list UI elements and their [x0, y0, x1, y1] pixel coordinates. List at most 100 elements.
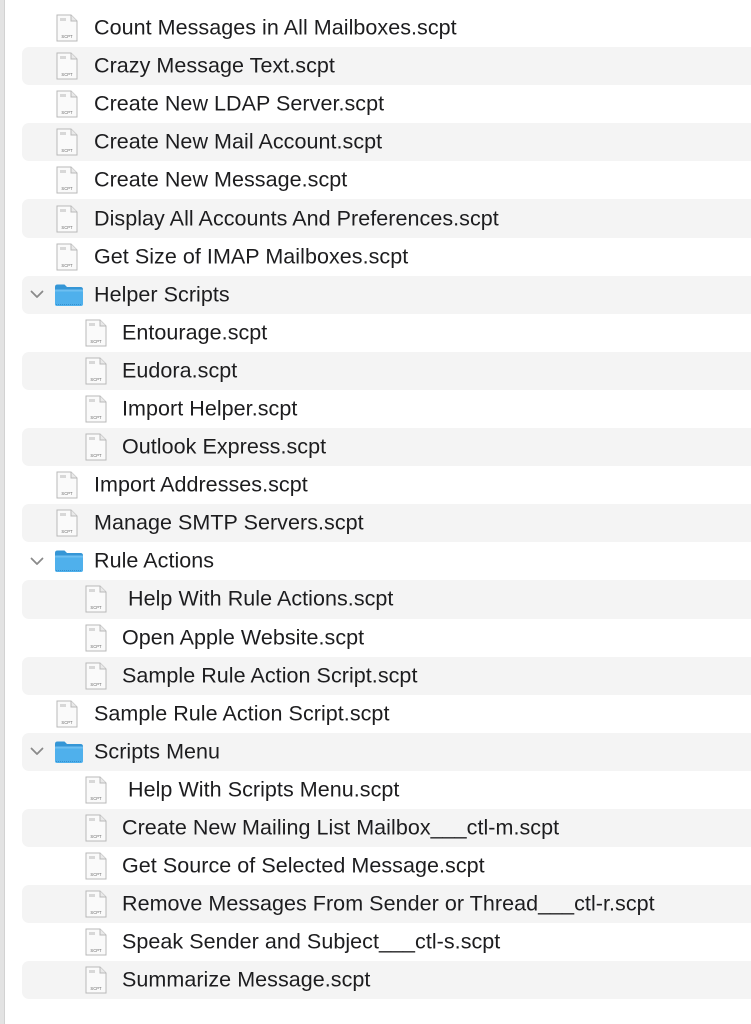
svg-text:SCPT: SCPT — [61, 720, 73, 725]
scpt-file-icon: SCPT — [85, 928, 107, 956]
folder-icon — [54, 740, 84, 764]
file-label: Sample Rule Action Script.scpt — [94, 701, 390, 726]
file-label: Entourage.scpt — [122, 320, 268, 345]
file-row[interactable]: SCPT Speak Sender and Subject___ctl-s.scp… — [22, 923, 751, 961]
svg-text:SCPT: SCPT — [61, 34, 73, 39]
folder-label: Scripts Menu — [94, 739, 221, 764]
scpt-file-icon: SCPT — [56, 90, 78, 118]
svg-text:SCPT: SCPT — [61, 263, 73, 268]
file-row[interactable]: SCPT Sample Rule Action Script.scpt — [22, 656, 751, 695]
file-row[interactable]: SCPT Sample Rule Action Script.scpt — [22, 695, 751, 733]
svg-text:SCPT: SCPT — [90, 377, 102, 382]
file-label: Get Size of IMAP Mailboxes.scpt — [94, 244, 409, 269]
svg-text:SCPT: SCPT — [90, 605, 102, 610]
file-row[interactable]: SCPT Import Helper.scpt — [22, 390, 751, 428]
svg-text:SCPT: SCPT — [90, 415, 102, 420]
file-row[interactable]: SCPT Create New LDAP Server.scpt — [22, 85, 751, 123]
svg-text:SCPT: SCPT — [90, 453, 102, 458]
svg-text:SCPT: SCPT — [61, 72, 73, 77]
svg-text:SCPT: SCPT — [90, 834, 102, 839]
folder-row-scripts-menu[interactable]: Scripts Menu — [22, 732, 751, 771]
chevron-down-icon[interactable] — [28, 552, 46, 570]
file-row[interactable]: SCPT Manage SMTP Servers.scpt — [22, 504, 751, 543]
file-row[interactable]: SCPT Outlook Express.scpt — [22, 428, 751, 467]
scpt-file-icon: SCPT — [85, 852, 107, 880]
scpt-file-icon: SCPT — [56, 205, 78, 233]
svg-text:SCPT: SCPT — [90, 339, 102, 344]
svg-text:SCPT: SCPT — [90, 910, 102, 915]
file-row[interactable]: SCPT Entourage.scpt — [22, 314, 751, 352]
folder-label: Rule Actions — [94, 548, 215, 573]
file-label: Count Messages in All Mailboxes.scpt — [94, 15, 457, 40]
file-label: Speak Sender and Subject___ctl-s.scpt — [122, 929, 501, 954]
svg-text:SCPT: SCPT — [90, 644, 102, 649]
svg-text:SCPT: SCPT — [61, 110, 73, 115]
file-label: Sample Rule Action Script.scpt — [122, 663, 418, 688]
scpt-file-icon: SCPT — [56, 14, 78, 42]
file-row[interactable]: SCPT Help With Scripts Menu.scpt — [22, 771, 751, 809]
file-label: Eudora.scpt — [122, 358, 238, 383]
svg-text:SCPT: SCPT — [61, 186, 73, 191]
scpt-file-icon: SCPT — [85, 624, 107, 652]
file-label: Create New Mailing List Mailbox___ctl-m.… — [122, 815, 560, 840]
svg-text:SCPT: SCPT — [90, 948, 102, 953]
scpt-file-icon: SCPT — [56, 509, 78, 537]
scpt-file-icon: SCPT — [56, 471, 78, 499]
file-label: Help With Scripts Menu.scpt — [122, 777, 400, 802]
folder-row-rule-actions[interactable]: Rule Actions — [22, 542, 751, 580]
scpt-file-icon: SCPT — [85, 433, 107, 461]
scpt-file-icon: SCPT — [85, 357, 107, 385]
file-row[interactable]: SCPT Summarize Message.scpt — [22, 961, 751, 1000]
file-row[interactable]: SCPT Crazy Message Text.scpt — [22, 47, 751, 86]
svg-text:SCPT: SCPT — [90, 872, 102, 877]
svg-text:SCPT: SCPT — [61, 529, 73, 534]
file-label: Remove Messages From Sender or Thread___… — [122, 891, 655, 916]
file-row[interactable]: SCPT Display All Accounts And Preferences… — [22, 199, 751, 238]
scpt-file-icon: SCPT — [85, 966, 107, 994]
scpt-file-icon: SCPT — [85, 662, 107, 690]
svg-text:SCPT: SCPT — [90, 682, 102, 687]
file-row[interactable]: SCPT Eudora.scpt — [22, 351, 751, 390]
file-row[interactable]: SCPT Import Addresses.scpt — [22, 466, 751, 504]
svg-text:SCPT: SCPT — [61, 148, 73, 153]
svg-text:SCPT: SCPT — [90, 986, 102, 991]
svg-text:SCPT: SCPT — [61, 225, 73, 230]
file-label: Outlook Express.scpt — [122, 434, 327, 459]
chevron-down-icon[interactable] — [28, 286, 46, 304]
file-label: Import Helper.scpt — [122, 396, 298, 421]
file-row[interactable]: SCPT Open Apple Website.scpt — [22, 619, 751, 657]
scpt-file-icon: SCPT — [56, 243, 78, 271]
file-list: SCPT Count Messages in All Mailboxes.scpt… — [22, 9, 751, 1000]
file-label: Display All Accounts And Preferences.scp… — [94, 206, 499, 231]
file-label: Crazy Message Text.scpt — [94, 53, 335, 78]
svg-text:SCPT: SCPT — [90, 796, 102, 801]
file-label: Summarize Message.scpt — [122, 967, 371, 992]
file-row[interactable]: SCPT Get Size of IMAP Mailboxes.scpt — [22, 238, 751, 276]
scpt-file-icon: SCPT — [85, 395, 107, 423]
file-row[interactable]: SCPT Help With Rule Actions.scpt — [22, 580, 751, 619]
file-row[interactable]: SCPT Get Source of Selected Message.scpt — [22, 847, 751, 885]
file-row[interactable]: SCPT Create New Mailing List Mailbox___ct… — [22, 808, 751, 848]
file-row[interactable]: SCPT Remove Messages From Sender or Threa… — [22, 885, 751, 924]
file-row[interactable]: SCPT Create New Message.scpt — [22, 161, 751, 199]
scpt-file-icon: SCPT — [85, 814, 107, 842]
file-label: Get Source of Selected Message.scpt — [122, 853, 485, 878]
file-label: Manage SMTP Servers.scpt — [94, 510, 364, 535]
scpt-file-icon: SCPT — [56, 52, 78, 80]
folder-icon — [54, 549, 84, 573]
file-row[interactable]: SCPT Create New Mail Account.scpt — [22, 123, 751, 162]
scpt-file-icon: SCPT — [85, 776, 107, 804]
scpt-file-icon: SCPT — [56, 700, 78, 728]
file-row[interactable]: SCPT Count Messages in All Mailboxes.scpt — [22, 9, 751, 47]
scpt-file-icon: SCPT — [85, 319, 107, 347]
chevron-down-icon[interactable] — [28, 743, 46, 761]
folder-row-helper-scripts[interactable]: Helper Scripts — [22, 275, 751, 314]
folder-label: Helper Scripts — [94, 282, 230, 307]
scpt-file-icon: SCPT — [56, 128, 78, 156]
file-label: Import Addresses.scpt — [94, 472, 308, 497]
window-left-edge — [0, 0, 5, 1024]
folder-icon — [54, 283, 84, 307]
file-label: Create New LDAP Server.scpt — [94, 91, 385, 116]
file-label: Open Apple Website.scpt — [122, 625, 365, 650]
scpt-file-icon: SCPT — [56, 166, 78, 194]
